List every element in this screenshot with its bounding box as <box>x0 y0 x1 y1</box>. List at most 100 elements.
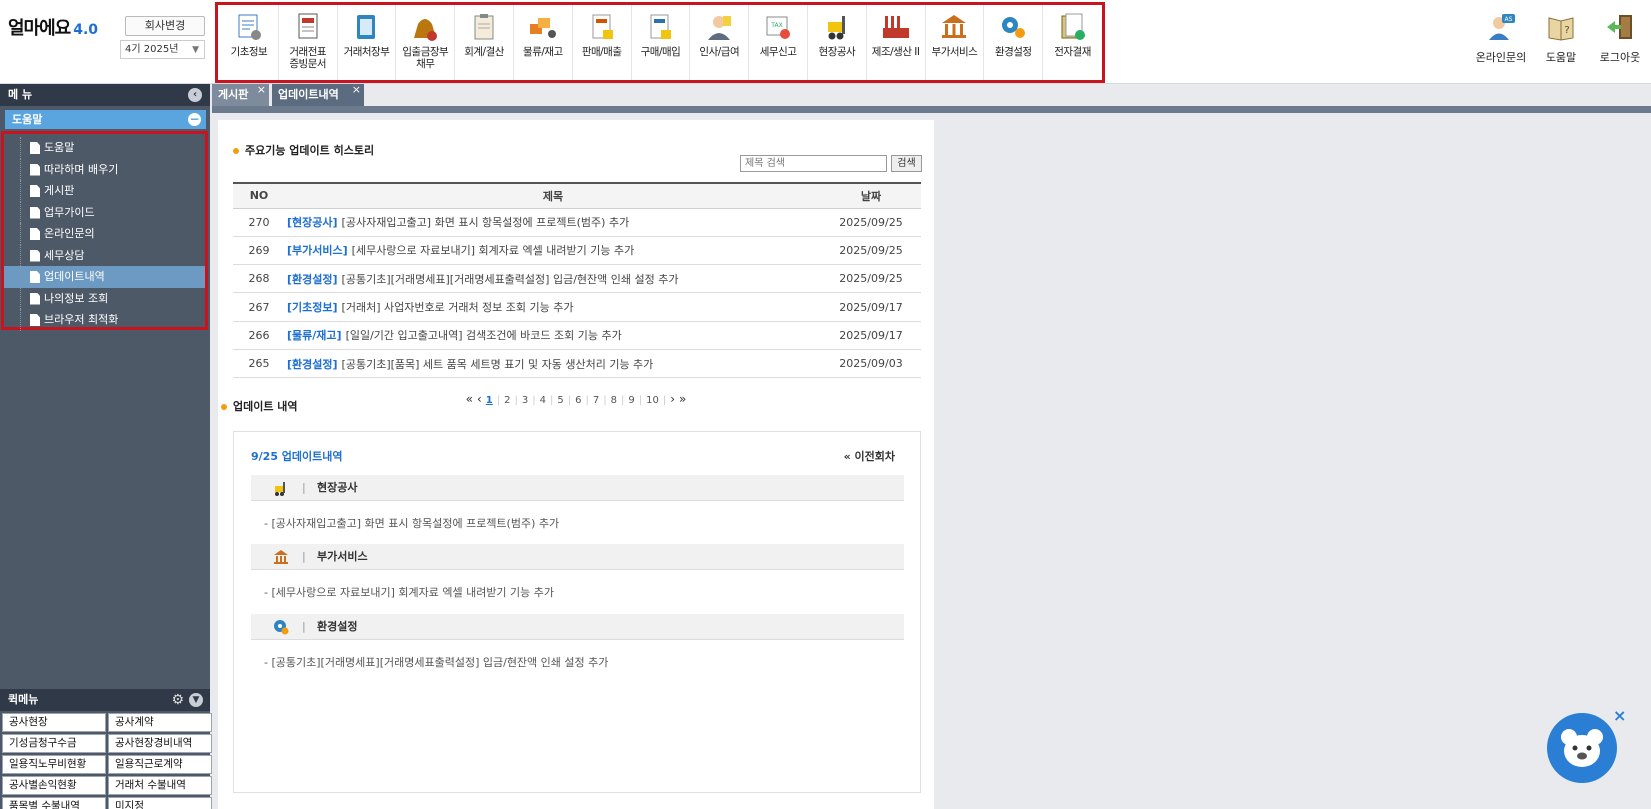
first-page-icon[interactable]: « <box>466 392 473 406</box>
change-company-button[interactable]: 회사변경 <box>125 16 205 36</box>
row-title-link[interactable]: [일일/기간 입고출고내역] 검색조건에 바코드 조회 기능 추가 <box>346 329 622 342</box>
table-row[interactable]: 266 [물류/재고] [일일/기간 입고출고내역] 검색조건에 바코드 조회 기능… <box>233 321 921 350</box>
topmenu-tax[interactable]: TAX 세무신고 <box>749 5 808 80</box>
close-icon[interactable]: × <box>1613 706 1626 725</box>
sidebar-item-7[interactable]: 나의정보 조회 <box>4 287 205 309</box>
row-date: 2025/09/17 <box>821 292 921 322</box>
quick-menu-item[interactable]: 품목별 수불내역 <box>2 797 106 809</box>
search-button[interactable]: 검색 <box>891 155 922 172</box>
page-link[interactable]: 7 <box>593 395 599 406</box>
app-logo[interactable]: 얼마에요 4.0 <box>8 14 98 40</box>
online-inquiry-button[interactable]: AS 온라인문의 <box>1471 12 1531 65</box>
sidebar-item-5[interactable]: 세무상담 <box>4 244 205 266</box>
page-link[interactable]: 5 <box>557 395 563 406</box>
previous-round-link[interactable]: « 이전회차 <box>844 448 895 464</box>
document-icon <box>30 185 40 197</box>
topmenu-hr[interactable]: 인사/급여 <box>690 5 750 80</box>
page-link[interactable]: 3 <box>522 395 528 406</box>
tree-line <box>20 223 21 245</box>
gear-icon[interactable]: ⚙ <box>171 692 184 708</box>
row-title-link[interactable]: [세무사랑으로 자료보내기] 회계자료 엑셀 내려받기 기능 추가 <box>352 244 635 257</box>
quick-menu-item[interactable]: 공사별손익현황 <box>2 776 106 795</box>
topmenu-settings[interactable]: 환경설정 <box>984 5 1044 80</box>
topmenu-basic[interactable]: 기초정보 <box>220 5 279 80</box>
page-link[interactable]: 1 <box>486 395 493 406</box>
document-icon <box>30 228 40 240</box>
sidebar-item-1[interactable]: 따라하며 배우기 <box>4 158 205 180</box>
column-header-title: 제목 <box>285 182 821 209</box>
sidebar-item-8[interactable]: 브라우저 최적화 <box>4 309 205 331</box>
row-no: 268 <box>233 264 285 294</box>
sidebar-item-4[interactable]: 온라인문의 <box>4 223 205 245</box>
row-title-link[interactable]: [거래처] 사업자번호로 거래처 정보 조회 기능 추가 <box>342 301 574 314</box>
quick-menu-item[interactable]: 거래처 수불내역 <box>108 776 212 795</box>
search-input[interactable] <box>740 155 887 172</box>
quick-menu-item[interactable]: 공사현장 <box>2 713 106 732</box>
row-title-link[interactable]: [공통기초][거래명세표][거래명세표출력설정] 입금/현잔액 인쇄 설정 추가 <box>342 273 679 286</box>
row-title-link[interactable]: [공사자재입고출고] 화면 표시 항목설정에 프로젝트(범주) 추가 <box>342 216 630 229</box>
quick-menu-item[interactable]: 공사계약 <box>108 713 212 732</box>
row-no: 270 <box>233 208 285 237</box>
quick-menu-item[interactable]: 일용직근로계약 <box>108 755 212 774</box>
topmenu-manufacture[interactable]: 제조/생산 II <box>867 5 926 80</box>
sidebar-item-0[interactable]: 도움말 <box>4 137 205 159</box>
collapse-sidebar-icon[interactable]: ‹ <box>188 88 202 102</box>
page-link[interactable]: 4 <box>540 395 546 406</box>
page-link[interactable]: 8 <box>611 395 617 406</box>
prev-page-icon[interactable]: ‹ <box>477 392 482 406</box>
approval-icon <box>1061 13 1085 40</box>
quick-menu-item[interactable]: 기성금청구수금 <box>2 734 106 753</box>
table-row[interactable]: 269 [부가서비스] [세무사랑으로 자료보내기] 회계자료 엑셀 내려받기 기능… <box>233 236 921 266</box>
row-title-link[interactable]: [공통기초][품목] 세트 품목 세트명 표기 및 자동 생산처리 기능 추가 <box>342 358 654 371</box>
table-row[interactable]: 270 [현장공사] [공사자재입고출고] 화면 표시 항목설정에 프로젝트(범주)… <box>233 208 921 237</box>
close-icon[interactable]: × <box>352 79 361 101</box>
sidebar-item-3[interactable]: 업무가이드 <box>4 201 205 223</box>
update-heading: 9/25 업데이트내역 <box>251 450 343 463</box>
topmenu-cash[interactable]: 입출금장부 채무 <box>396 5 456 80</box>
topmenu-purchase[interactable]: 구매/매입 <box>632 5 691 80</box>
topmenu-account[interactable]: 회계/결산 <box>455 5 514 80</box>
topmenu-voucher[interactable]: 거래전표 증빙문서 <box>279 5 338 80</box>
topmenu-site[interactable]: 현장공사 <box>808 5 867 80</box>
topmenu-addon[interactable]: 부가서비스 <box>926 5 985 80</box>
logout-button[interactable]: 로그아웃 <box>1590 12 1650 65</box>
page-link[interactable]: 9 <box>628 395 634 406</box>
collapse-group-icon[interactable]: − <box>188 113 201 126</box>
period-select[interactable]: 4기 2025년 ▼ <box>120 40 205 59</box>
quick-menu: 퀵메뉴 ⚙ ▼ 공사현장 공사계약 기성금청구수금 공사현장경비내역 일용직노무비현황 일… <box>0 689 212 809</box>
close-icon[interactable]: × <box>257 79 266 101</box>
topmenu-label: 전자결재 <box>1054 46 1091 58</box>
last-page-icon[interactable]: » <box>679 392 686 406</box>
tab-board[interactable]: 게시판 × <box>212 83 269 106</box>
sidebar-item-6[interactable]: 업데이트내역 <box>4 266 205 288</box>
document-icon <box>30 314 40 326</box>
sidebar-item-2[interactable]: 게시판 <box>4 180 205 202</box>
bear-mascot-icon[interactable] <box>1547 713 1617 783</box>
quick-menu-item[interactable]: 미지정 <box>108 797 212 809</box>
tree-line <box>20 287 21 309</box>
table-row[interactable]: 267 [기초정보] [거래처] 사업자번호로 거래처 정보 조회 기능 추가 202… <box>233 292 921 322</box>
next-page-icon[interactable]: › <box>670 392 675 406</box>
online-inquiry-label: 온라인문의 <box>1475 51 1527 64</box>
document-icon <box>30 142 40 154</box>
quick-menu-item[interactable]: 일용직노무비현황 <box>2 755 106 774</box>
topmenu-epay[interactable]: 전자결재 <box>1043 5 1102 80</box>
page-link[interactable]: 2 <box>504 395 510 406</box>
chevron-down-icon[interactable]: ▼ <box>189 693 203 707</box>
factory-icon <box>882 16 909 38</box>
topmenu-sales[interactable]: 판매/매출 <box>573 5 632 80</box>
table-row[interactable]: 268 [환경설정] [공통기초][거래명세표][거래명세표출력설정] 입금/현잔액… <box>233 264 921 294</box>
topmenu-ledger[interactable]: 거래처장부 <box>338 5 397 80</box>
update-category-label: 부가서비스 <box>317 550 368 563</box>
help-button[interactable]: ? 도움말 <box>1531 12 1591 65</box>
table-row[interactable]: 265 [환경설정] [공통기초][품목] 세트 품목 세트명 표기 및 자동 생산… <box>233 349 921 379</box>
quick-menu-item[interactable]: 공사현장경비내역 <box>108 734 212 753</box>
topmenu-label: 현장공사 <box>818 46 856 58</box>
sidebar-group-help[interactable]: 도움말 − <box>5 110 206 129</box>
tab-updates[interactable]: 업데이트내역 × <box>272 83 364 106</box>
topmenu-logistics[interactable]: 물류/재고 <box>514 5 573 80</box>
tree-line <box>20 158 21 180</box>
row-category: [환경설정] <box>287 272 338 286</box>
page-link[interactable]: 6 <box>575 395 581 406</box>
page-link[interactable]: 10 <box>646 395 659 406</box>
